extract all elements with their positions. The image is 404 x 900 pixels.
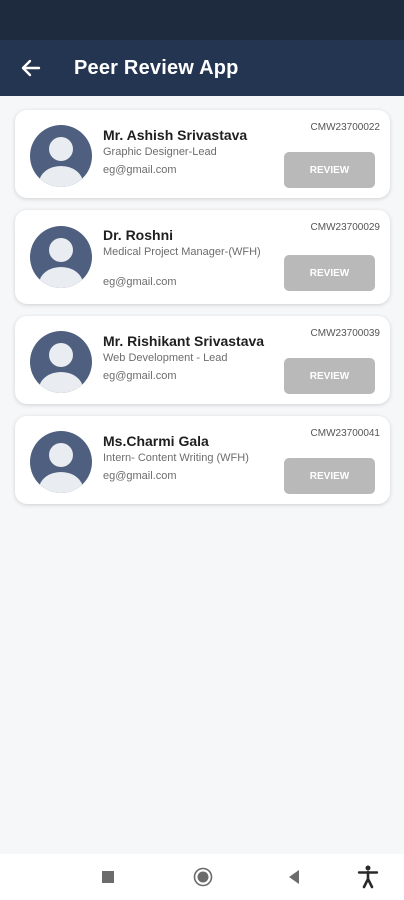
employee-name: Dr. Roshni	[103, 227, 174, 243]
employee-role: Intern- Content Writing (WFH)	[103, 452, 249, 464]
review-button[interactable]: REVIEW	[284, 458, 375, 494]
review-button[interactable]: REVIEW	[284, 255, 375, 291]
employee-email: eg@gmail.com	[103, 370, 177, 382]
avatar	[30, 431, 92, 493]
back-triangle-icon[interactable]	[287, 869, 301, 885]
employee-list: Mr. Ashish Srivastava Graphic Designer-L…	[15, 110, 390, 516]
accessibility-icon[interactable]	[357, 865, 379, 889]
employee-role: Graphic Designer-Lead	[103, 146, 217, 158]
review-button[interactable]: REVIEW	[284, 152, 375, 188]
user-avatar-icon	[30, 331, 92, 393]
employee-code: CMW23700022	[310, 122, 380, 133]
system-nav-bar	[0, 854, 404, 900]
avatar	[30, 226, 92, 288]
employee-email: eg@gmail.com	[103, 164, 177, 176]
app-bar: Peer Review App	[0, 40, 404, 96]
employee-card: Mr. Rishikant Srivastava Web Development…	[15, 316, 390, 404]
employee-role: Medical Project Manager-(WFH)	[103, 246, 261, 258]
user-avatar-icon	[30, 125, 92, 187]
employee-name: Mr. Ashish Srivastava	[103, 127, 248, 143]
arrow-left-icon	[21, 59, 41, 77]
employee-card: Mr. Ashish Srivastava Graphic Designer-L…	[15, 110, 390, 198]
employee-code: CMW23700039	[310, 328, 380, 339]
employee-name: Mr. Rishikant Srivastava	[103, 333, 265, 349]
user-avatar-icon	[30, 226, 92, 288]
page-title: Peer Review App	[74, 56, 239, 79]
employee-role: Web Development - Lead	[103, 352, 228, 364]
employee-card: Ms.Charmi Gala Intern- Content Writing (…	[15, 416, 390, 504]
review-button[interactable]: REVIEW	[284, 358, 375, 394]
avatar	[30, 125, 92, 187]
employee-email: eg@gmail.com	[103, 470, 177, 482]
avatar	[30, 331, 92, 393]
back-button[interactable]	[14, 51, 48, 85]
employee-name: Ms.Charmi Gala	[103, 433, 209, 449]
home-circle-icon[interactable]	[193, 867, 213, 887]
employee-card: Dr. Roshni Medical Project Manager-(WFH)…	[15, 210, 390, 304]
status-bar	[0, 0, 404, 40]
employee-code: CMW23700029	[310, 222, 380, 233]
recents-square-icon[interactable]	[101, 870, 115, 884]
employee-email: eg@gmail.com	[103, 276, 177, 288]
employee-code: CMW23700041	[310, 428, 380, 439]
user-avatar-icon	[30, 431, 92, 493]
